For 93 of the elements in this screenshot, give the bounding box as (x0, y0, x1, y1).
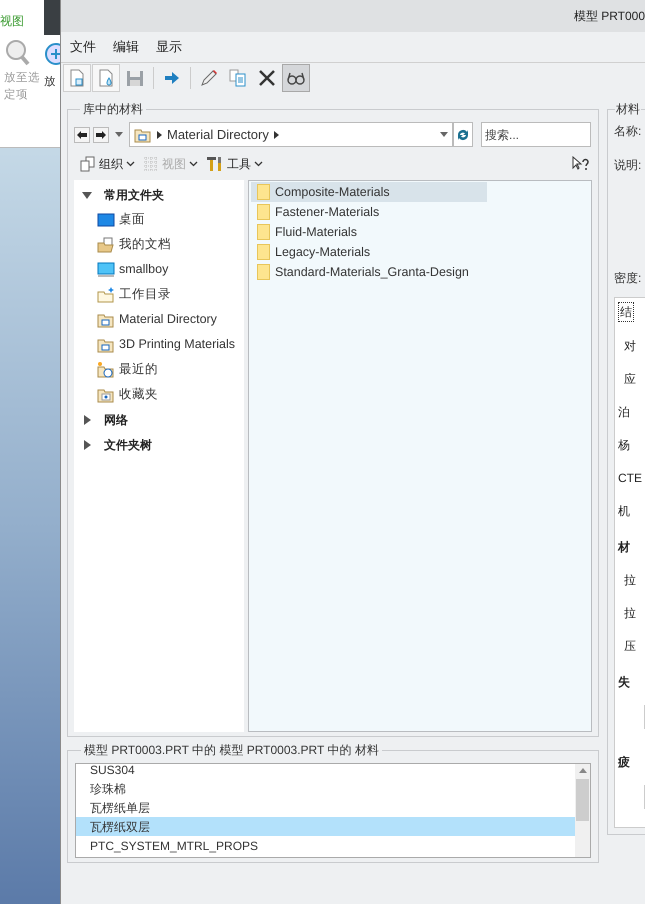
arrow-right-icon (96, 130, 106, 138)
property-label: 拉 (624, 572, 637, 589)
copy-icon (228, 68, 248, 88)
field-label: 名称: (614, 123, 642, 140)
ribbon-button-label[interactable]: 放 (44, 74, 60, 92)
path-segment[interactable]: Material Directory (167, 124, 269, 144)
forward-button[interactable] (93, 126, 109, 142)
folder-icon (257, 244, 270, 260)
delete-icon (257, 68, 277, 88)
menu-item[interactable]: 显示 (156, 37, 182, 57)
library-folder-icon (134, 126, 152, 142)
property-label: 泊 (618, 404, 631, 421)
expanded-arrow-icon[interactable] (82, 190, 92, 200)
tools-icon (206, 156, 224, 172)
ribbon-dark-strip (44, 0, 60, 35)
sidebar-item[interactable]: 我的文档 (119, 235, 171, 254)
property-label: 拉 (624, 605, 637, 622)
group-title: 材料 (615, 101, 641, 118)
scrollbar[interactable] (575, 764, 590, 857)
folder-row[interactable]: Composite-Materials (251, 182, 487, 202)
folder-icon (257, 184, 270, 200)
pencil-icon (199, 68, 219, 88)
property-label: 失 (618, 674, 631, 691)
sidebar-item[interactable]: Material Directory (119, 310, 217, 329)
grid-icon (143, 156, 159, 172)
scroll-thumb[interactable] (576, 779, 589, 821)
list-item[interactable]: PTC_SYSTEM_MTRL_PROPS (76, 836, 575, 855)
collapsed-arrow-icon[interactable] (82, 414, 92, 424)
list-item[interactable]: 瓦楞纸单层 (76, 798, 575, 817)
property-label: 疲 (618, 754, 631, 771)
group-title: 模型 PRT0003.PRT 中的 模型 PRT0003.PRT 中的 材料 (83, 742, 380, 759)
breadcrumb-arrow-icon (274, 130, 279, 138)
sidebar-group-label[interactable]: 常用文件夹 (104, 186, 164, 204)
menu-item[interactable]: 编辑 (113, 37, 139, 57)
command-button[interactable]: 组织 (80, 155, 135, 173)
property-label: 应 (624, 371, 637, 388)
refresh-icon (456, 128, 470, 142)
tab[interactable]: 结 (618, 302, 634, 322)
folder-row[interactable]: Fluid-Materials (251, 222, 487, 242)
recent-clock-icon (97, 362, 115, 378)
ribbon-tab[interactable]: 视图 (0, 0, 44, 36)
folder-row[interactable]: Standard-Materials_Granta-Design (251, 262, 487, 282)
group-title: 库中的材料 (82, 101, 144, 118)
refresh-button[interactable] (453, 122, 473, 147)
dropdown-arrow-icon[interactable] (440, 132, 448, 137)
list-item[interactable]: SUS304 (76, 764, 575, 779)
folder-icon (257, 204, 270, 220)
pages-icon (80, 156, 96, 172)
desktop-icon (97, 212, 115, 228)
library-folder-icon (97, 312, 115, 328)
property-label: 机 (618, 503, 631, 520)
menu-item[interactable]: 文件 (70, 37, 96, 57)
list-item[interactable]: 珍珠棉 (76, 779, 575, 798)
property-label: 压 (624, 638, 637, 655)
dropdown-arrow-icon[interactable] (114, 132, 124, 138)
scroll-up-icon[interactable] (578, 768, 586, 773)
toolbar-button[interactable] (282, 64, 310, 92)
property-label: 对 (624, 338, 637, 355)
folder-icon (257, 224, 270, 240)
path-field[interactable]: Material Directory (129, 122, 453, 147)
folder-star-icon (97, 286, 115, 302)
property-label: CTE (618, 470, 643, 487)
property-label: 材 (618, 539, 631, 556)
sidebar-item[interactable]: smallboy (119, 260, 168, 279)
sidebar-group-label[interactable]: 文件夹树 (104, 436, 152, 454)
field-label: 说明: (614, 157, 642, 174)
chevron-down-icon (189, 161, 198, 167)
folder-row[interactable]: Legacy-Materials (251, 242, 487, 262)
sidebar-item[interactable]: 工作目录 (119, 285, 171, 304)
library-folder-icon (97, 336, 115, 352)
window-title: 模型 PRT000 (574, 8, 645, 25)
documents-folder-icon (97, 236, 115, 252)
property-label: 杨 (618, 437, 631, 454)
back-button[interactable] (74, 126, 90, 142)
field-label: 密度: (614, 270, 642, 287)
help-pointer-icon[interactable] (572, 156, 590, 172)
arrow-left-icon (77, 130, 87, 138)
folder-icon (257, 264, 270, 280)
computer-icon (97, 262, 115, 278)
list-item[interactable]: 瓦楞纸双层 (76, 817, 575, 836)
folder-row[interactable]: Fastener-Materials (251, 202, 487, 222)
sidebar-group-label[interactable]: 网络 (104, 410, 128, 428)
search-field[interactable]: 搜索... (481, 122, 591, 147)
command-button[interactable]: 工具 (206, 155, 263, 173)
breadcrumb-arrow-icon (157, 130, 162, 138)
sidebar-item[interactable]: 最近的 (119, 360, 158, 379)
chevron-down-icon (126, 161, 135, 167)
sidebar-item[interactable]: 3D Printing Materials (119, 335, 236, 354)
sidebar-item[interactable]: 收藏夹 (119, 385, 158, 404)
chevron-down-icon (254, 161, 263, 167)
collapsed-arrow-icon[interactable] (82, 440, 92, 450)
sidebar-item[interactable]: 桌面 (119, 210, 145, 229)
favorites-folder-icon (97, 386, 115, 402)
